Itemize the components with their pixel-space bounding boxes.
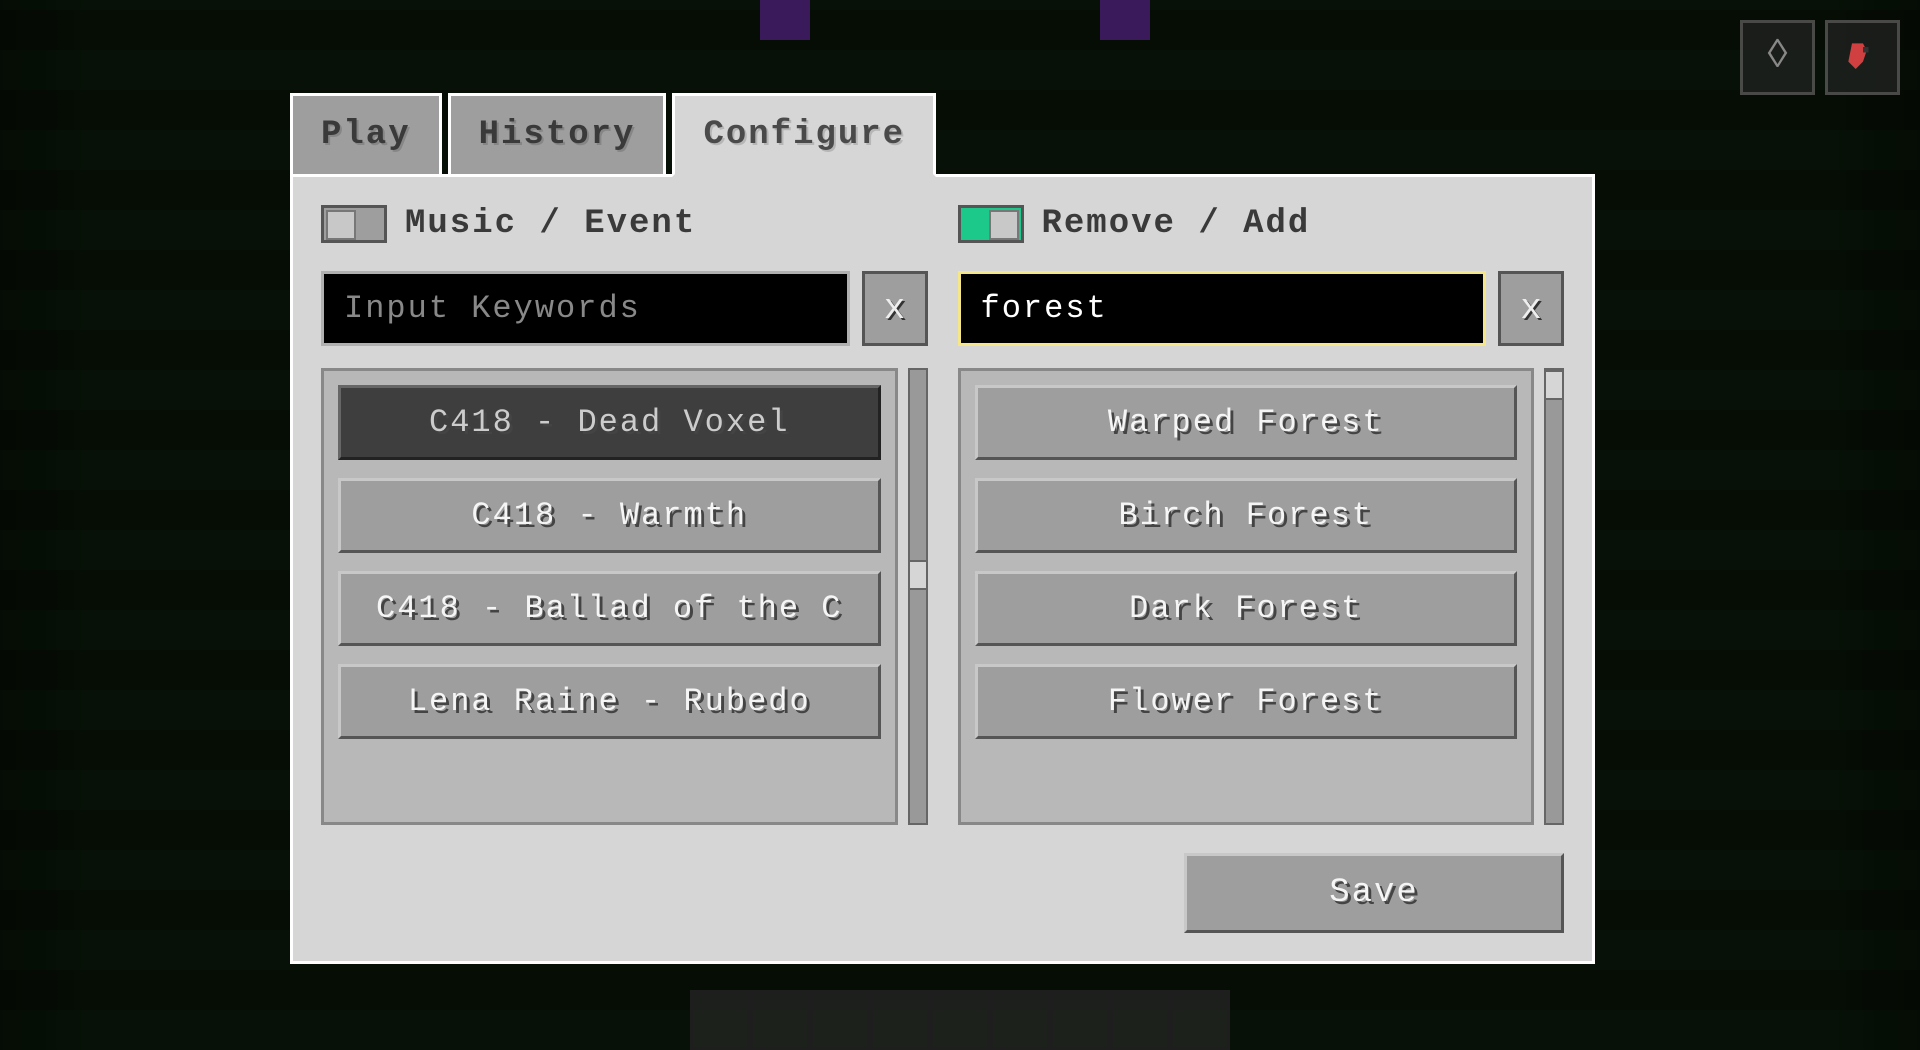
music-list: C418 - Dead Voxel C418 - Warmth C418 - B… — [321, 368, 898, 825]
music-item[interactable]: Lena Raine - Rubedo — [338, 664, 881, 739]
music-event-toggle[interactable] — [321, 205, 387, 243]
hotbar-slot[interactable] — [750, 990, 810, 1050]
biome-item[interactable]: Birch Forest — [975, 478, 1518, 553]
hotbar — [690, 990, 1230, 1050]
hotbar-slot[interactable] — [990, 990, 1050, 1050]
biome-search-row: x — [958, 271, 1565, 346]
tab-bar: Play History Configure — [290, 90, 1595, 174]
decor — [760, 0, 810, 40]
biome-scrollbar[interactable] — [1544, 368, 1564, 825]
hotbar-slot[interactable] — [1050, 990, 1110, 1050]
shield-icon[interactable]: ◊ — [1740, 20, 1815, 95]
music-item[interactable]: C418 - Ballad of the C — [338, 571, 881, 646]
hotbar-slot[interactable] — [1170, 990, 1230, 1050]
config-dialog: Play History Configure Music / Event x C… — [290, 90, 1595, 970]
music-header: Music / Event — [321, 205, 928, 243]
parrot-svg — [1841, 36, 1885, 80]
remove-add-label: Remove / Add — [1042, 205, 1311, 243]
music-column: Music / Event x C418 - Dead Voxel C418 -… — [321, 205, 928, 825]
hotbar-slot[interactable] — [690, 990, 750, 1050]
hotbar-slot[interactable] — [930, 990, 990, 1050]
music-search-input[interactable] — [321, 271, 850, 346]
hotbar-slot[interactable] — [870, 990, 930, 1050]
hud-icons: ◊ — [1740, 20, 1900, 95]
biome-item[interactable]: Warped Forest — [975, 385, 1518, 460]
remove-add-toggle[interactable] — [958, 205, 1024, 243]
hotbar-slot[interactable] — [810, 990, 870, 1050]
biome-search-clear[interactable]: x — [1498, 271, 1564, 346]
biome-header: Remove / Add — [958, 205, 1565, 243]
scroll-thumb[interactable] — [908, 560, 928, 590]
tab-configure[interactable]: Configure — [672, 93, 936, 177]
save-button[interactable]: Save — [1184, 853, 1564, 933]
scroll-thumb[interactable] — [1544, 370, 1564, 400]
music-search-clear[interactable]: x — [862, 271, 928, 346]
music-item[interactable]: C418 - Warmth — [338, 478, 881, 553]
biome-item[interactable]: Flower Forest — [975, 664, 1518, 739]
biome-list: Warped Forest Birch Forest Dark Forest F… — [958, 368, 1535, 825]
footer-row: Save — [1184, 853, 1564, 933]
hotbar-slot[interactable] — [1110, 990, 1170, 1050]
biome-list-wrap: Warped Forest Birch Forest Dark Forest F… — [958, 368, 1565, 825]
music-event-label: Music / Event — [405, 205, 696, 243]
config-panel: Music / Event x C418 - Dead Voxel C418 -… — [290, 174, 1595, 964]
parrot-icon[interactable] — [1825, 20, 1900, 95]
biome-search-input[interactable] — [958, 271, 1487, 346]
music-item[interactable]: C418 - Dead Voxel — [338, 385, 881, 460]
music-search-row: x — [321, 271, 928, 346]
tab-play[interactable]: Play — [290, 93, 442, 177]
biome-item[interactable]: Dark Forest — [975, 571, 1518, 646]
music-scrollbar[interactable] — [908, 368, 928, 825]
decor — [1100, 0, 1150, 40]
tab-history[interactable]: History — [448, 93, 667, 177]
music-list-wrap: C418 - Dead Voxel C418 - Warmth C418 - B… — [321, 368, 928, 825]
biome-column: Remove / Add x Warped Forest Birch Fores… — [958, 205, 1565, 825]
columns: Music / Event x C418 - Dead Voxel C418 -… — [321, 205, 1564, 825]
